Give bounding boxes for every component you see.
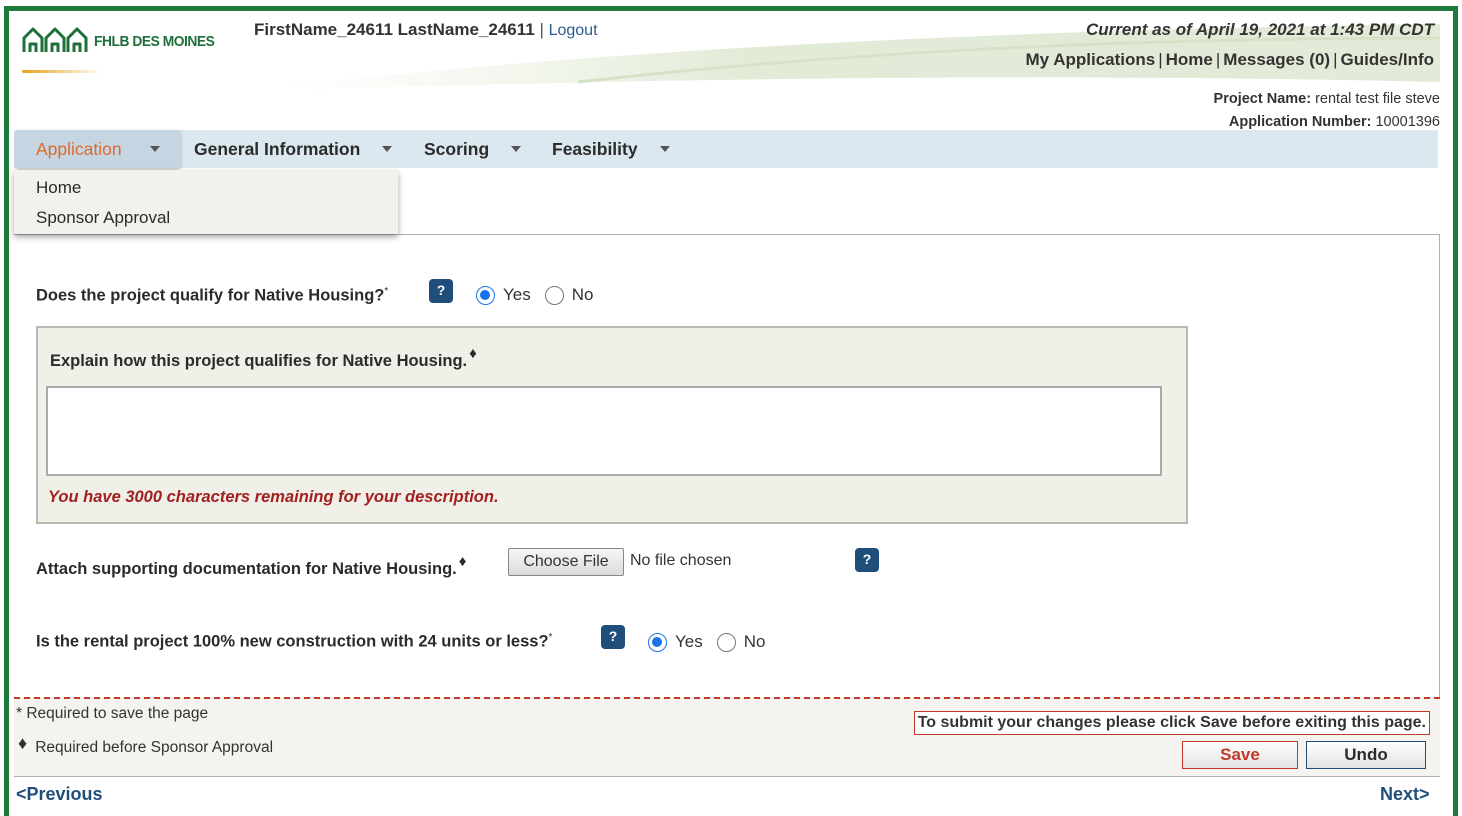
user-name: FirstName_24611 LastName_24611 (254, 20, 535, 39)
characters-remaining: You have 3000 characters remaining for y… (48, 488, 499, 506)
nav-scoring-label: Scoring (424, 138, 490, 159)
application-dropdown-menu: Home Sponsor Approval (14, 170, 398, 234)
help-icon[interactable]: ? (601, 625, 625, 649)
project-name: rental test file steve (1315, 91, 1440, 107)
native-housing-radio-group: Yes No (476, 285, 607, 305)
native-housing-question: Does the project qualify for Native Hous… (36, 286, 388, 306)
home-link[interactable]: Home (1166, 50, 1213, 69)
messages-link[interactable]: Messages (0) (1223, 50, 1330, 69)
project-name-label: Project Name: (1213, 91, 1312, 107)
yes-label: Yes (503, 285, 531, 304)
logo-underline (22, 70, 102, 73)
header: FHLB DES MOINES FirstName_24611 LastName… (8, 8, 1440, 130)
nav-general-information[interactable]: General Information (194, 130, 393, 168)
next-link[interactable]: Next> (1380, 784, 1430, 805)
save-button[interactable]: Save (1182, 741, 1298, 769)
form-footer: * Required to save the page ♦ Required be… (14, 697, 1440, 777)
native-housing-question-text: Does the project qualify for Native Hous… (36, 286, 385, 305)
new-construction-yes-radio[interactable] (648, 632, 667, 652)
diamond-marker: ♦ (469, 345, 477, 362)
nav-feasibility-label: Feasibility (552, 138, 638, 159)
diamond-marker: ♦ (458, 553, 467, 570)
current-as-of: Current as of April 19, 2021 at 1:43 PM … (1086, 20, 1434, 39)
help-icon[interactable]: ? (429, 279, 453, 303)
menu-item-sponsor-approval[interactable]: Sponsor Approval (14, 206, 398, 236)
caret-down-icon (382, 146, 393, 152)
new-construction-no-radio[interactable] (716, 632, 736, 652)
no-label: No (571, 285, 594, 304)
caret-down-icon (659, 146, 670, 152)
yes-label: Yes (675, 632, 703, 651)
explain-label: Explain how this project qualifies for N… (50, 345, 477, 371)
guides-info-link[interactable]: Guides/Info (1341, 50, 1435, 69)
explain-textarea[interactable] (46, 386, 1162, 476)
choose-file-button[interactable]: Choose File (508, 548, 624, 576)
caret-down-icon (511, 146, 522, 152)
main-nav: Application General Information Scoring … (14, 130, 1438, 168)
explain-label-text: Explain how this project qualifies for N… (50, 352, 468, 370)
file-status: No file chosen (630, 552, 732, 569)
pipe-separator: | (1158, 50, 1163, 69)
application-number: 10001396 (1375, 114, 1440, 130)
houses-logo-icon (22, 27, 88, 52)
diamond-marker: ♦ (18, 733, 28, 753)
nav-feasibility[interactable]: Feasibility (552, 130, 670, 168)
nav-application[interactable]: Application (16, 130, 180, 168)
submit-reminder: To submit your changes please click Save… (913, 711, 1430, 735)
undo-button[interactable]: Undo (1306, 741, 1426, 769)
previous-link[interactable]: <Previous (16, 784, 103, 805)
application-number-label: Application Number: (1228, 114, 1372, 130)
required-asterisk: * (384, 286, 389, 297)
new-construction-question: Is the rental project 100% new construct… (36, 632, 552, 652)
top-links: My Applications | Home | Messages (0) | Guides… (1026, 50, 1435, 70)
pipe-separator: | (1333, 50, 1338, 69)
required-sponsor-note: ♦ Required before Sponsor Approval (18, 733, 274, 758)
caret-down-icon (149, 146, 160, 152)
pipe-separator: | (1215, 50, 1221, 69)
required-sponsor-text: Required before Sponsor Approval (35, 738, 274, 756)
nav-scoring[interactable]: Scoring (424, 130, 522, 168)
user-line: FirstName_24611 LastName_24611 | Logout (254, 20, 598, 40)
project-info: Project Name: rental test file steve App… (1214, 88, 1440, 134)
pipe-separator: | (539, 20, 549, 39)
nav-application-label: Application (36, 138, 122, 159)
help-icon[interactable]: ? (855, 548, 879, 572)
logout-link[interactable]: Logout (549, 22, 598, 39)
fhlb-logo[interactable]: FHLB DES MOINES (22, 24, 225, 73)
logo-text: FHLB DES MOINES (94, 33, 215, 50)
new-construction-question-text: Is the rental project 100% new construct… (36, 632, 549, 651)
explain-section: Explain how this project qualifies for N… (36, 326, 1188, 524)
new-construction-radio-group: Yes No (648, 632, 779, 652)
menu-item-home[interactable]: Home (14, 176, 398, 206)
attach-documentation-label: Attach supporting documentation for Nati… (36, 553, 466, 579)
required-asterisk: * (548, 632, 553, 643)
my-applications-link[interactable]: My Applications (1026, 50, 1156, 69)
no-label: No (743, 632, 766, 651)
attach-label-text: Attach supporting documentation for Nati… (36, 560, 457, 578)
native-housing-yes-radio[interactable] (476, 285, 495, 305)
native-housing-no-radio[interactable] (544, 285, 564, 305)
required-save-note: * Required to save the page (16, 705, 209, 722)
nav-general-information-label: General Information (194, 138, 361, 159)
